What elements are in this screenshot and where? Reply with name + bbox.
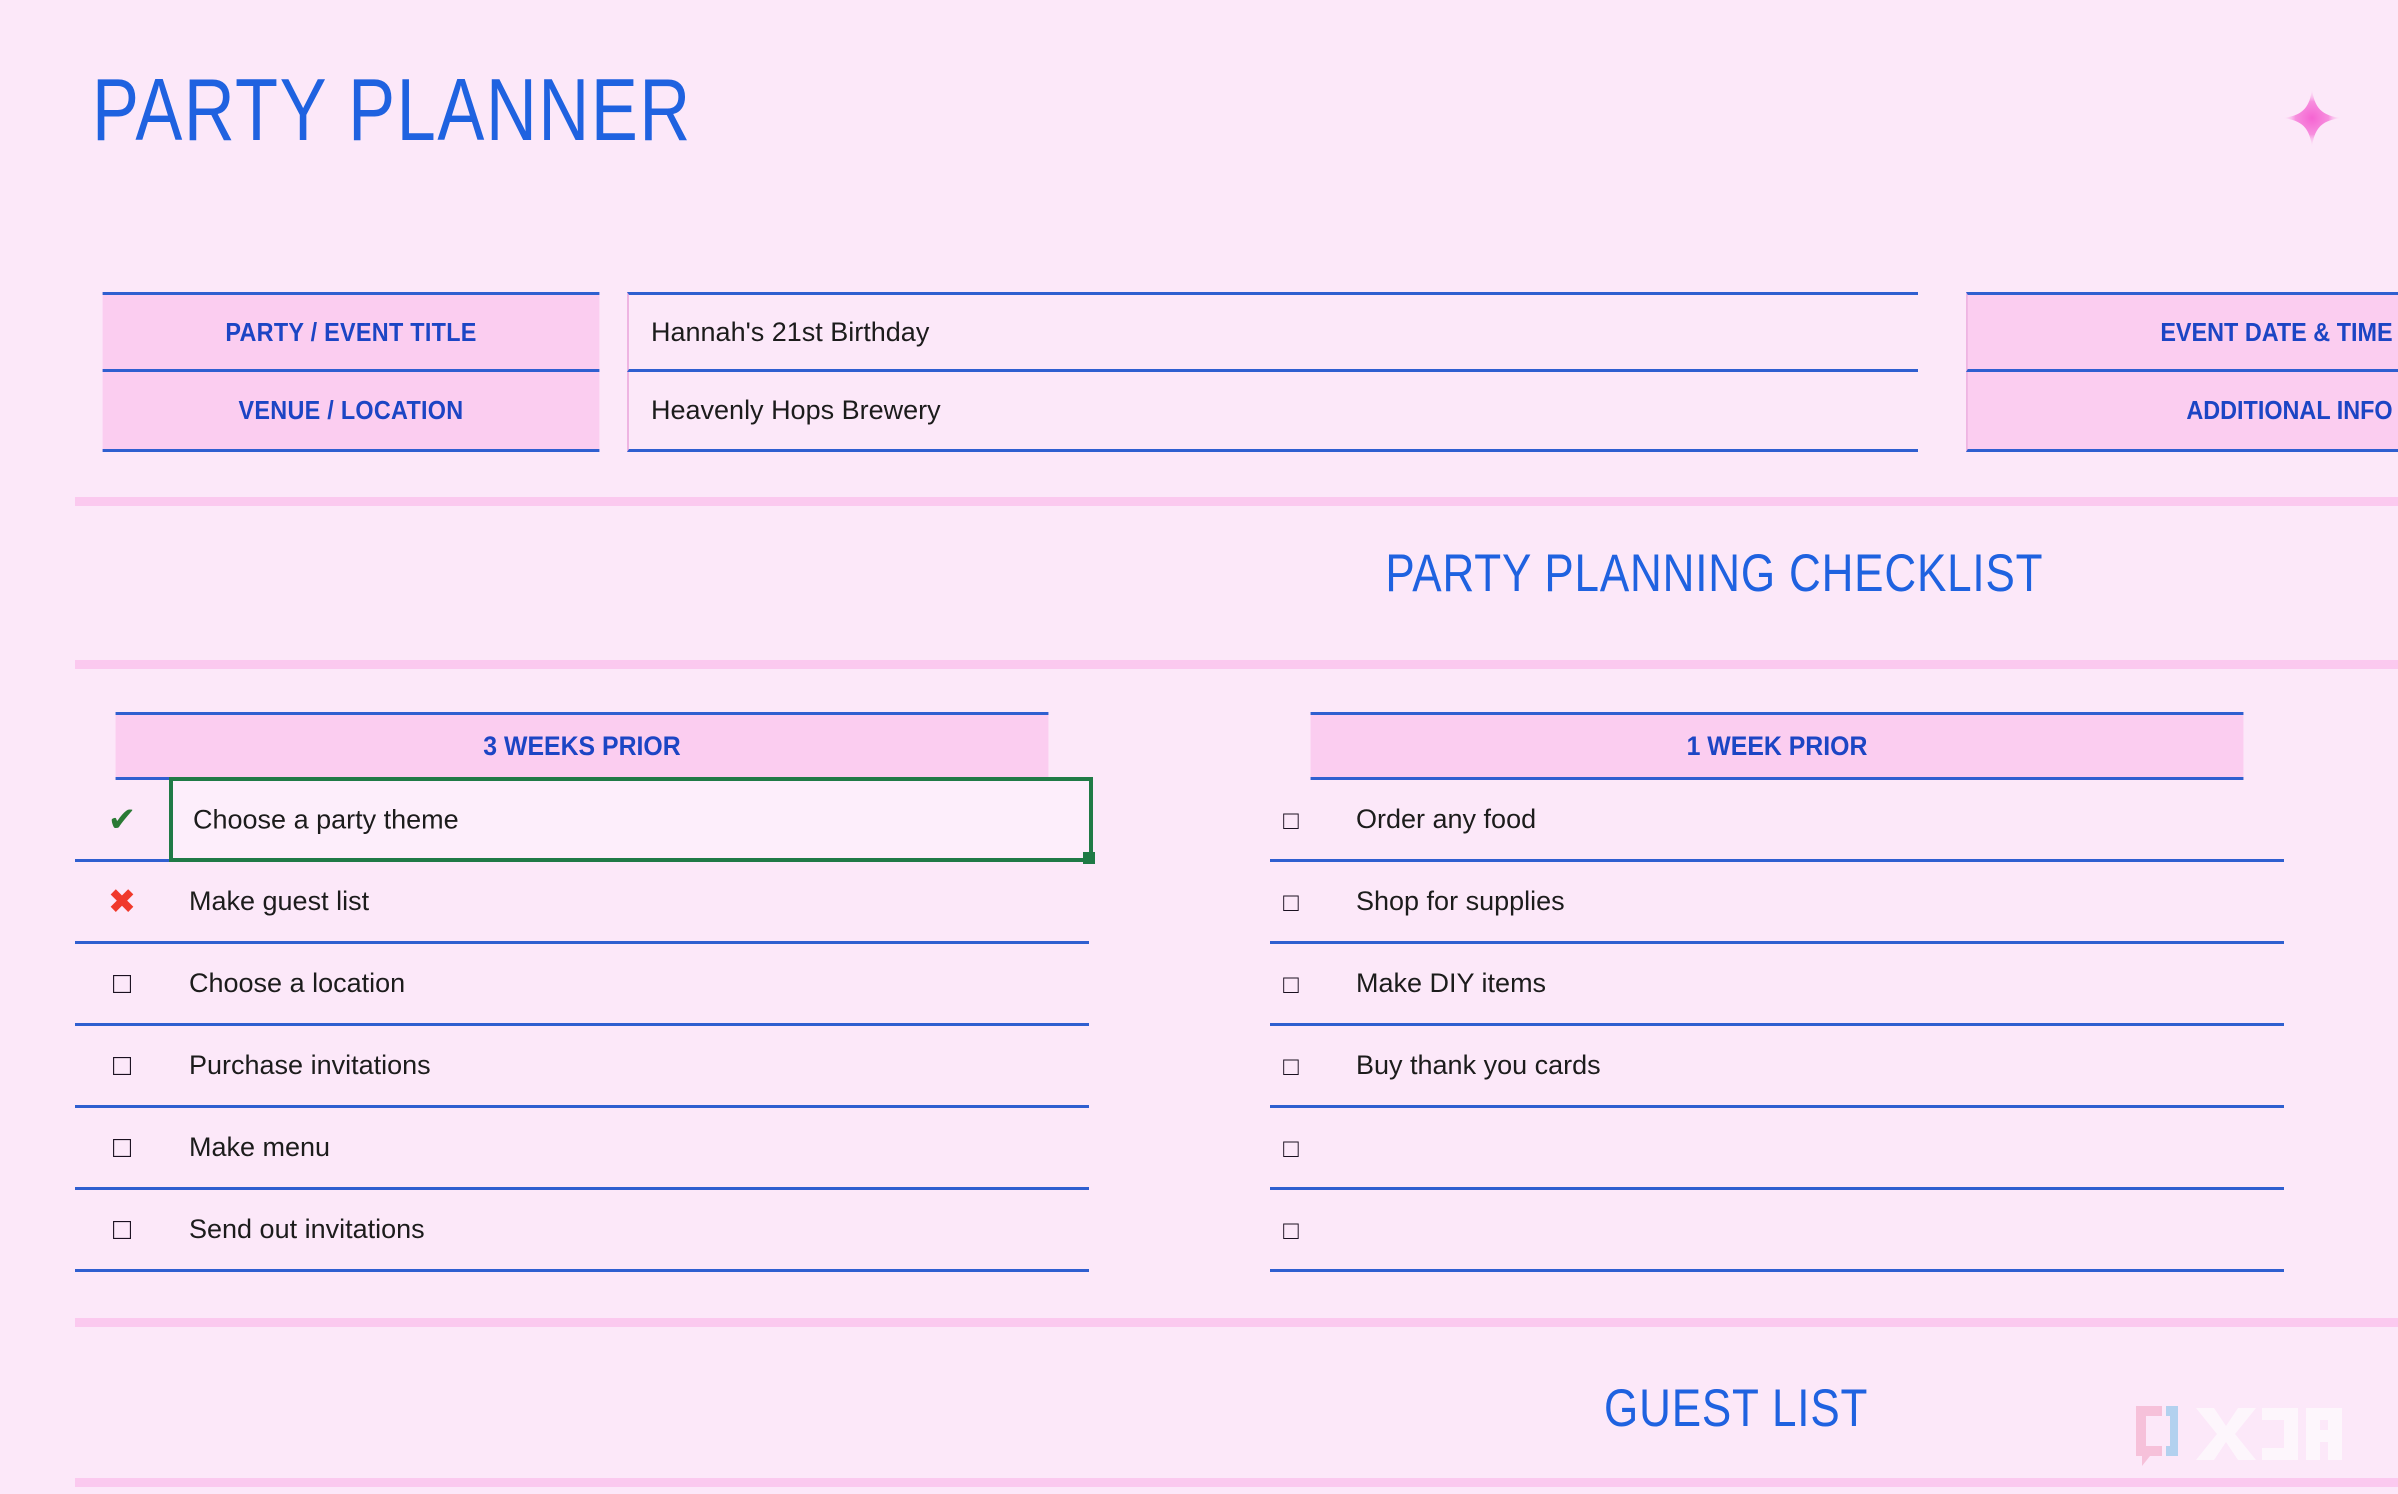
checkbox-icon[interactable]: □ — [1270, 1217, 1312, 1243]
list-item[interactable]: ✖ Make guest list — [75, 862, 1089, 944]
list-item[interactable]: ✔ Choose a party theme Choose a party th… — [75, 777, 1095, 864]
event-date-time-label: EVENT DATE & TIME — [1966, 292, 2398, 372]
checkbox-icon[interactable]: □ — [1270, 807, 1312, 833]
additional-info-label: ADDITIONAL INFO — [1966, 372, 2398, 452]
list-item[interactable]: □ — [1270, 1190, 2284, 1272]
list-item[interactable]: □ Send out invitations — [75, 1190, 1089, 1272]
checklist-column-1-week-prior: 1 WEEK PRIOR □ Order any food □ Shop for… — [1270, 712, 2284, 1272]
sparkle-icon — [2280, 86, 2344, 150]
list-item[interactable]: □ — [1270, 1108, 2284, 1190]
list-item-label: Make guest list — [189, 886, 370, 916]
xda-watermark — [2122, 1400, 2348, 1468]
list-item-label: Choose a location — [189, 968, 406, 998]
section-divider — [75, 1478, 2398, 1487]
list-item-label: Make menu — [189, 1132, 331, 1162]
page-title: PARTY PLANNER — [92, 60, 692, 159]
checkbox-icon[interactable]: □ — [1270, 1135, 1312, 1161]
table-row: PARTY / EVENT TITLE Hannah's 21st Birthd… — [75, 292, 2398, 372]
section-divider — [75, 660, 2398, 669]
section-divider — [75, 1318, 2398, 1327]
list-item-label: Buy thank you cards — [1356, 1050, 1601, 1080]
party-planner-page: PARTY PLANNER PARTY / EVENT TITLE Hannah… — [0, 0, 2398, 1494]
list-item[interactable]: □ Shop for supplies — [1270, 862, 2284, 944]
list-item[interactable]: □ Make menu — [75, 1108, 1089, 1190]
list-item[interactable]: □ Buy thank you cards — [1270, 1026, 2284, 1108]
checkbox-icon[interactable]: □ — [1270, 889, 1312, 915]
checkbox-icon[interactable]: □ — [75, 968, 169, 999]
selected-cell-text: Choose a party theme — [193, 804, 459, 834]
checklist-column-header: 1 WEEK PRIOR — [1310, 712, 2244, 780]
checkbox-icon[interactable]: □ — [75, 1214, 169, 1245]
checkbox-icon[interactable]: □ — [1270, 971, 1312, 997]
party-title-label: PARTY / EVENT TITLE — [102, 292, 600, 372]
list-item-label: Order any food — [1356, 804, 1537, 834]
list-item[interactable]: □ Order any food — [1270, 780, 2284, 862]
list-item-label: Shop for supplies — [1356, 886, 1565, 916]
party-title-value[interactable]: Hannah's 21st Birthday — [627, 292, 1918, 372]
list-item[interactable]: □ Make DIY items — [1270, 944, 2284, 1026]
section-divider — [75, 497, 2398, 506]
event-info-table: PARTY / EVENT TITLE Hannah's 21st Birthd… — [75, 292, 2398, 452]
checklist-heading: PARTY PLANNING CHECKLIST — [1385, 544, 2044, 603]
table-row: VENUE / LOCATION Heavenly Hops Brewery A… — [75, 372, 2398, 452]
list-item-label: Purchase invitations — [189, 1050, 431, 1080]
status-check-icon[interactable]: ✔ — [75, 803, 169, 837]
list-item-label: Make DIY items — [1356, 968, 1547, 998]
checkbox-icon[interactable]: □ — [75, 1132, 169, 1163]
venue-location-value[interactable]: Heavenly Hops Brewery — [627, 372, 1918, 452]
list-item-label: Send out invitations — [189, 1214, 425, 1244]
guest-list-heading: GUEST LIST — [1604, 1379, 1869, 1438]
checklist-column-header: 3 WEEKS PRIOR — [115, 712, 1049, 780]
list-item[interactable]: □ Choose a location — [75, 944, 1089, 1026]
checklist-column-3-weeks-prior: 3 WEEKS PRIOR ✔ Choose a party theme Cho… — [75, 712, 1095, 1272]
venue-location-label: VENUE / LOCATION — [102, 372, 600, 452]
checkbox-icon[interactable]: □ — [1270, 1053, 1312, 1079]
list-item[interactable]: □ Purchase invitations — [75, 1026, 1089, 1108]
status-cross-icon[interactable]: ✖ — [75, 885, 169, 919]
checkbox-icon[interactable]: □ — [75, 1050, 169, 1081]
